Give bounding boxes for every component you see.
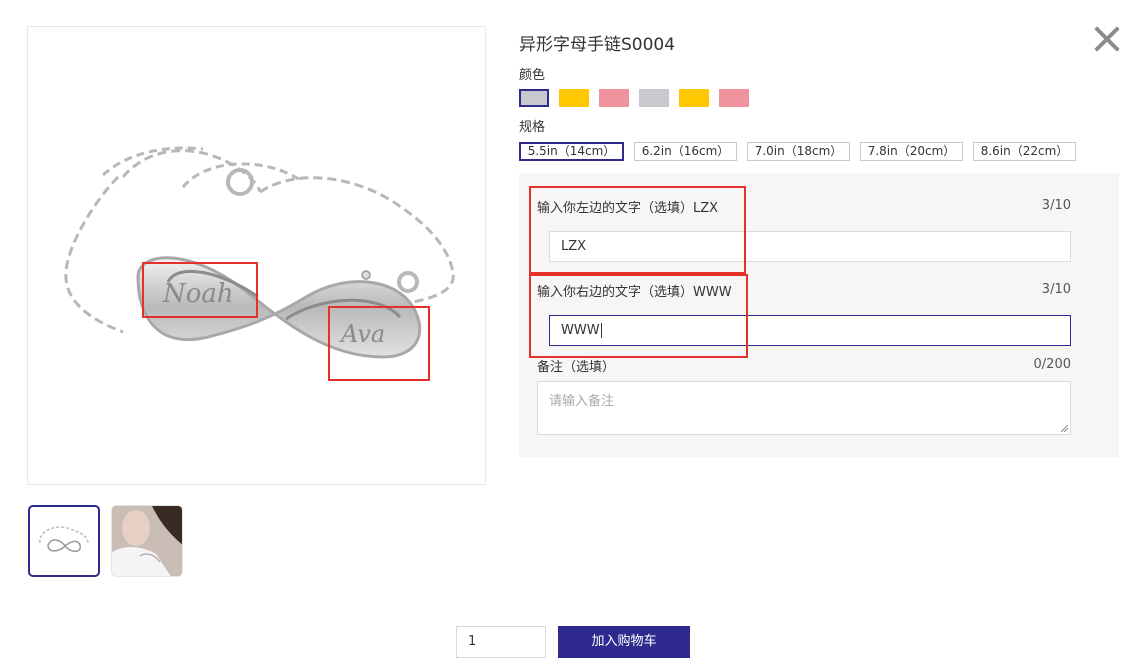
right-text-counter: 3/10	[1041, 282, 1071, 297]
bracelet-image: Noah Ava	[64, 146, 455, 359]
close-icon[interactable]	[1092, 24, 1122, 54]
color-swatch-silver-2[interactable]	[639, 89, 669, 107]
color-swatch-rose-2[interactable]	[719, 89, 749, 107]
left-text-counter: 3/10	[1041, 198, 1071, 213]
color-swatch-silver[interactable]	[519, 89, 549, 107]
color-swatch-gold[interactable]	[559, 89, 589, 107]
size-option-20cm[interactable]: 7.8in（20cm）	[860, 142, 963, 161]
resize-grip-icon[interactable]	[1061, 425, 1068, 432]
size-option-22cm[interactable]: 8.6in（22cm）	[973, 142, 1076, 161]
size-option-16cm[interactable]: 6.2in（16cm）	[634, 142, 737, 161]
add-to-cart-button[interactable]: 加入购物车	[558, 626, 690, 658]
bracelet-thumbnail-icon	[39, 526, 89, 552]
highlight-box-left-field	[529, 186, 746, 274]
highlight-box-left	[142, 262, 258, 318]
thumbnail-bracelet[interactable]	[28, 505, 100, 577]
color-swatch-rose[interactable]	[599, 89, 629, 107]
size-label: 规格	[519, 120, 546, 135]
notes-textarea[interactable]: 请输入备注	[537, 381, 1071, 435]
notes-label: 备注（选填）	[537, 360, 616, 375]
size-option-18cm[interactable]: 7.0in（18cm）	[747, 142, 850, 161]
notes-counter: 0/200	[1033, 357, 1071, 372]
color-swatch-gold-2[interactable]	[679, 89, 709, 107]
thumbnail-model[interactable]	[111, 505, 183, 577]
color-label: 颜色	[519, 68, 546, 83]
highlight-box-right	[328, 306, 430, 381]
model-photo-icon	[112, 506, 182, 576]
size-option-14cm[interactable]: 5.5in（14cm）	[519, 142, 624, 161]
product-title: 异形字母手链S0004	[519, 35, 676, 55]
product-main-image: Noah Ava	[27, 26, 486, 485]
highlight-box-right-field	[529, 274, 748, 358]
quantity-input[interactable]: 1	[456, 626, 546, 658]
notes-placeholder: 请输入备注	[549, 394, 615, 409]
